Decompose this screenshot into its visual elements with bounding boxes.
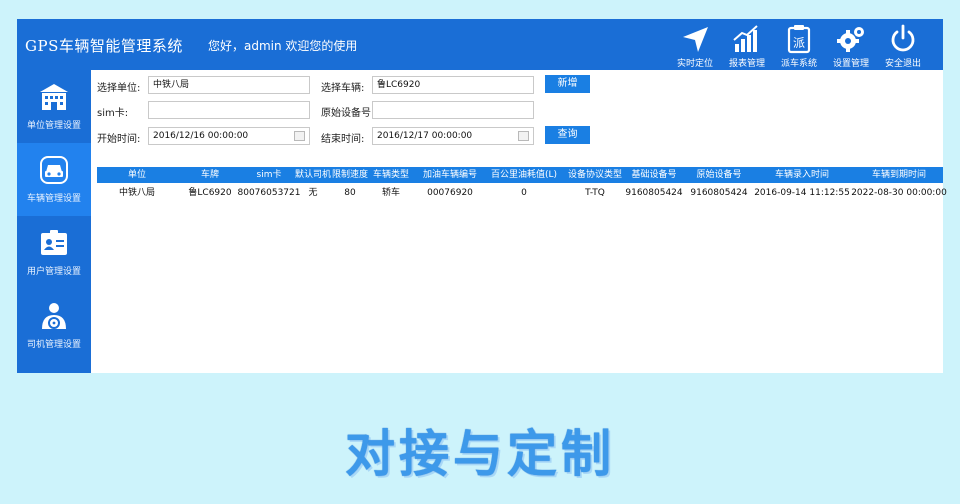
column-header: 单位	[127, 170, 147, 180]
dispatch-glyph: 派	[793, 36, 805, 50]
nav-safe-logout[interactable]: 安全退出	[877, 21, 929, 70]
nav-report-management[interactable]: 报表管理	[721, 21, 773, 70]
table-cell: 00076920	[427, 188, 473, 198]
column-header: 默认司机	[294, 170, 332, 180]
sim-label: sim卡:	[97, 108, 129, 119]
table-cell: 80	[344, 188, 356, 198]
filter-form: 选择单位: 中铁八局 选择车辆: 鲁LC6920 新增 sim卡: 原始设备号:…	[91, 70, 943, 165]
nav-label: 报表管理	[728, 59, 765, 69]
sidebar-item-unit-settings[interactable]: 单位管理设置	[17, 70, 91, 143]
table-cell: 轿车	[381, 188, 401, 198]
column-header: 车辆到期时间	[871, 170, 927, 180]
sidebar-item-label: 用户管理设置	[26, 267, 81, 277]
end-time-label: 结束时间:	[321, 134, 365, 145]
nav-realtime-location[interactable]: 实时定位	[669, 21, 721, 70]
column-header: 车辆类型	[372, 170, 410, 180]
column-header: 百公里油耗值(L)	[490, 170, 558, 180]
table-cell: 2022-08-30 00:00:00	[851, 188, 947, 198]
device-input[interactable]	[372, 101, 534, 119]
sidebar-item-label: 司机管理设置	[26, 340, 81, 350]
form-row-sim: sim卡: 原始设备号:	[91, 100, 943, 120]
column-header: 基础设备号	[631, 170, 677, 180]
table-cell: 鲁LC6920	[188, 188, 232, 198]
add-button[interactable]: 新增	[545, 75, 590, 93]
form-row-unit: 选择单位: 中铁八局 选择车辆: 鲁LC6920 新增	[91, 75, 943, 95]
nav-label: 设置管理	[832, 59, 869, 69]
id-card-icon	[41, 230, 67, 255]
nav-dispatch-system[interactable]: 派 派车系统	[773, 21, 825, 70]
table-row[interactable]: 中铁八局 鲁LC6920 80076053721 无 80 轿车 0007692…	[97, 183, 947, 204]
car-icon	[40, 156, 68, 184]
sidebar-item-label: 车辆管理设置	[26, 194, 81, 204]
end-time-value: 2016/12/17 00:00:00	[377, 131, 473, 141]
nav-settings-management[interactable]: 设置管理	[825, 21, 877, 70]
table-header: 单位 车牌 sim卡 默认司机 限制速度 车辆类型 加油车辆编号 百公里油耗值(…	[97, 167, 943, 183]
nav-label: 安全退出	[884, 59, 921, 69]
table-cell: 9160805424	[690, 188, 748, 198]
sidebar-item-driver-settings[interactable]: 司机管理设置	[17, 289, 91, 362]
sidebar: 单位管理设置 车辆管理设置 用户管理设置 司机管理设置	[17, 70, 91, 373]
table-cell: 无	[308, 188, 318, 198]
vehicle-select[interactable]: 鲁LC6920	[372, 76, 534, 94]
table-cell: 中铁八局	[118, 188, 156, 198]
column-header: 车牌	[200, 170, 220, 180]
sim-input[interactable]	[148, 101, 310, 119]
end-time-input[interactable]: 2016/12/17 00:00:00	[372, 127, 534, 145]
start-time-value: 2016/12/16 00:00:00	[153, 131, 249, 141]
sidebar-item-vehicle-settings[interactable]: 车辆管理设置	[17, 143, 91, 216]
column-header: 车辆录入时间	[774, 170, 830, 180]
column-header: 设备协议类型	[567, 170, 623, 180]
dispatch-icon: 派	[787, 25, 811, 54]
greeting-text: 您好，admin 欢迎您的使用	[208, 39, 358, 53]
table-cell: T-TQ	[585, 188, 605, 198]
vehicle-label: 选择车辆:	[321, 83, 365, 94]
column-header: 加油车辆编号	[422, 170, 478, 180]
top-navigation: 实时定位 报表管理 派 派车系统 设置管理 安全退出	[669, 21, 929, 70]
column-header: 原始设备号	[696, 170, 742, 180]
column-header: 限制速度	[331, 170, 369, 180]
sidebar-item-user-settings[interactable]: 用户管理设置	[17, 216, 91, 289]
table-cell: 2016-09-14 11:12:55	[754, 188, 850, 198]
unit-label: 选择单位:	[97, 83, 141, 94]
app-window: GPS车辆智能管理系统 您好，admin 欢迎您的使用 实时定位 报表管理 派 …	[17, 19, 947, 373]
navigation-arrow-icon	[683, 27, 708, 52]
column-header: sim卡	[256, 170, 282, 180]
nav-label: 派车系统	[780, 59, 817, 69]
start-time-label: 开始时间:	[97, 134, 141, 145]
form-row-time: 开始时间: 2016/12/16 00:00:00 结束时间: 2016/12/…	[91, 126, 943, 146]
table-cell: 9160805424	[625, 188, 683, 198]
header-bar: GPS车辆智能管理系统 您好，admin 欢迎您的使用 实时定位 报表管理 派 …	[17, 19, 943, 70]
gears-icon	[837, 27, 864, 52]
app-title: GPS车辆智能管理系统	[25, 37, 183, 55]
driver-icon	[42, 303, 66, 329]
vehicle-table: 单位 车牌 sim卡 默认司机 限制速度 车辆类型 加油车辆编号 百公里油耗值(…	[97, 167, 947, 204]
calendar-icon[interactable]	[518, 131, 529, 141]
calendar-icon[interactable]	[294, 131, 305, 141]
sidebar-item-label: 单位管理设置	[26, 121, 81, 131]
bar-chart-icon	[733, 25, 758, 52]
nav-label: 实时定位	[676, 59, 713, 69]
table-cell: 80076053721	[237, 188, 301, 198]
table-cell: 0	[521, 188, 527, 198]
device-label: 原始设备号:	[321, 108, 375, 119]
unit-select[interactable]: 中铁八局	[148, 76, 310, 94]
building-icon	[40, 84, 68, 110]
power-icon	[891, 24, 915, 52]
start-time-input[interactable]: 2016/12/16 00:00:00	[148, 127, 310, 145]
query-button[interactable]: 查询	[545, 126, 590, 144]
banner-headline: 对接与定制	[345, 425, 615, 483]
